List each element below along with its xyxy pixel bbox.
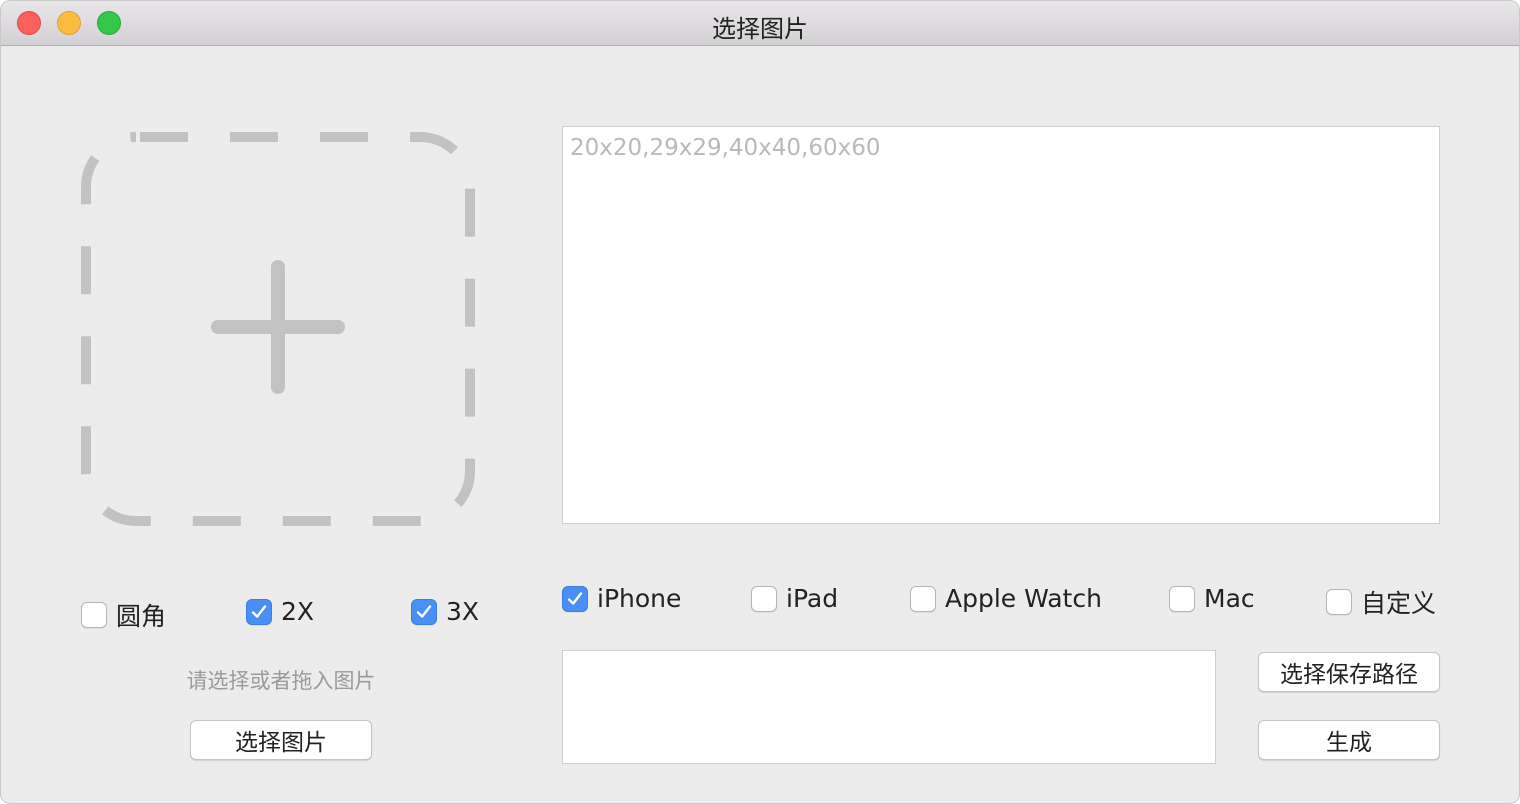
checkbox-box[interactable] bbox=[1326, 589, 1352, 615]
checkbox-label: 圆角 bbox=[116, 602, 167, 631]
checkbox-box[interactable] bbox=[411, 598, 437, 625]
select-image-button[interactable]: 选择图片 bbox=[190, 720, 372, 760]
checkbox-label: Mac bbox=[1204, 584, 1255, 613]
checkbox-label: iPad bbox=[786, 584, 839, 613]
checkbox-label: Apple Watch bbox=[945, 584, 1102, 613]
save-path-field[interactable] bbox=[562, 650, 1216, 764]
checkbox-label: 2X bbox=[281, 597, 315, 626]
checkbox-box[interactable] bbox=[910, 585, 936, 612]
checkmark-icon bbox=[416, 604, 432, 618]
checkbox-box[interactable] bbox=[246, 598, 272, 625]
sizes-input[interactable] bbox=[570, 135, 1432, 515]
generate-button[interactable]: 生成 bbox=[1258, 720, 1440, 760]
checkmark-icon bbox=[567, 591, 583, 605]
checkbox-label: 3X bbox=[446, 597, 480, 626]
window-title: 选择图片 bbox=[712, 15, 808, 43]
device-checkbox-custom[interactable]: 自定义 bbox=[1326, 584, 1436, 620]
scale-3x-checkbox[interactable]: 3X bbox=[411, 597, 479, 626]
device-checkbox-mac[interactable]: Mac bbox=[1169, 584, 1255, 613]
drop-hint-text: 请选择或者拖入图片 bbox=[186, 669, 376, 693]
checkmark-icon bbox=[251, 604, 267, 618]
scale-2x-checkbox[interactable]: 2X bbox=[246, 597, 314, 626]
checkbox-box[interactable] bbox=[562, 585, 588, 612]
sizes-text-area[interactable] bbox=[562, 126, 1440, 524]
title-bar[interactable]: 选择图片 bbox=[1, 1, 1519, 46]
device-checkbox-apple-watch[interactable]: Apple Watch bbox=[910, 584, 1102, 613]
choose-save-path-button[interactable]: 选择保存路径 bbox=[1258, 652, 1440, 692]
add-image-icon bbox=[81, 132, 475, 526]
device-checkbox-iphone[interactable]: iPhone bbox=[562, 584, 681, 613]
checkbox-box[interactable] bbox=[81, 602, 107, 628]
checkbox-label: iPhone bbox=[597, 584, 682, 613]
checkbox-box[interactable] bbox=[1169, 585, 1195, 612]
device-checkbox-ipad[interactable]: iPad bbox=[751, 584, 838, 613]
image-drop-zone[interactable] bbox=[79, 128, 477, 526]
checkbox-label: 自定义 bbox=[1361, 589, 1437, 618]
checkbox-box[interactable] bbox=[751, 585, 777, 612]
app-window: 选择图片 圆角 2X 3X 请选择或者拖入图片 选择图片 iPhon bbox=[0, 0, 1520, 804]
rounded-corner-checkbox[interactable]: 圆角 bbox=[81, 597, 166, 633]
